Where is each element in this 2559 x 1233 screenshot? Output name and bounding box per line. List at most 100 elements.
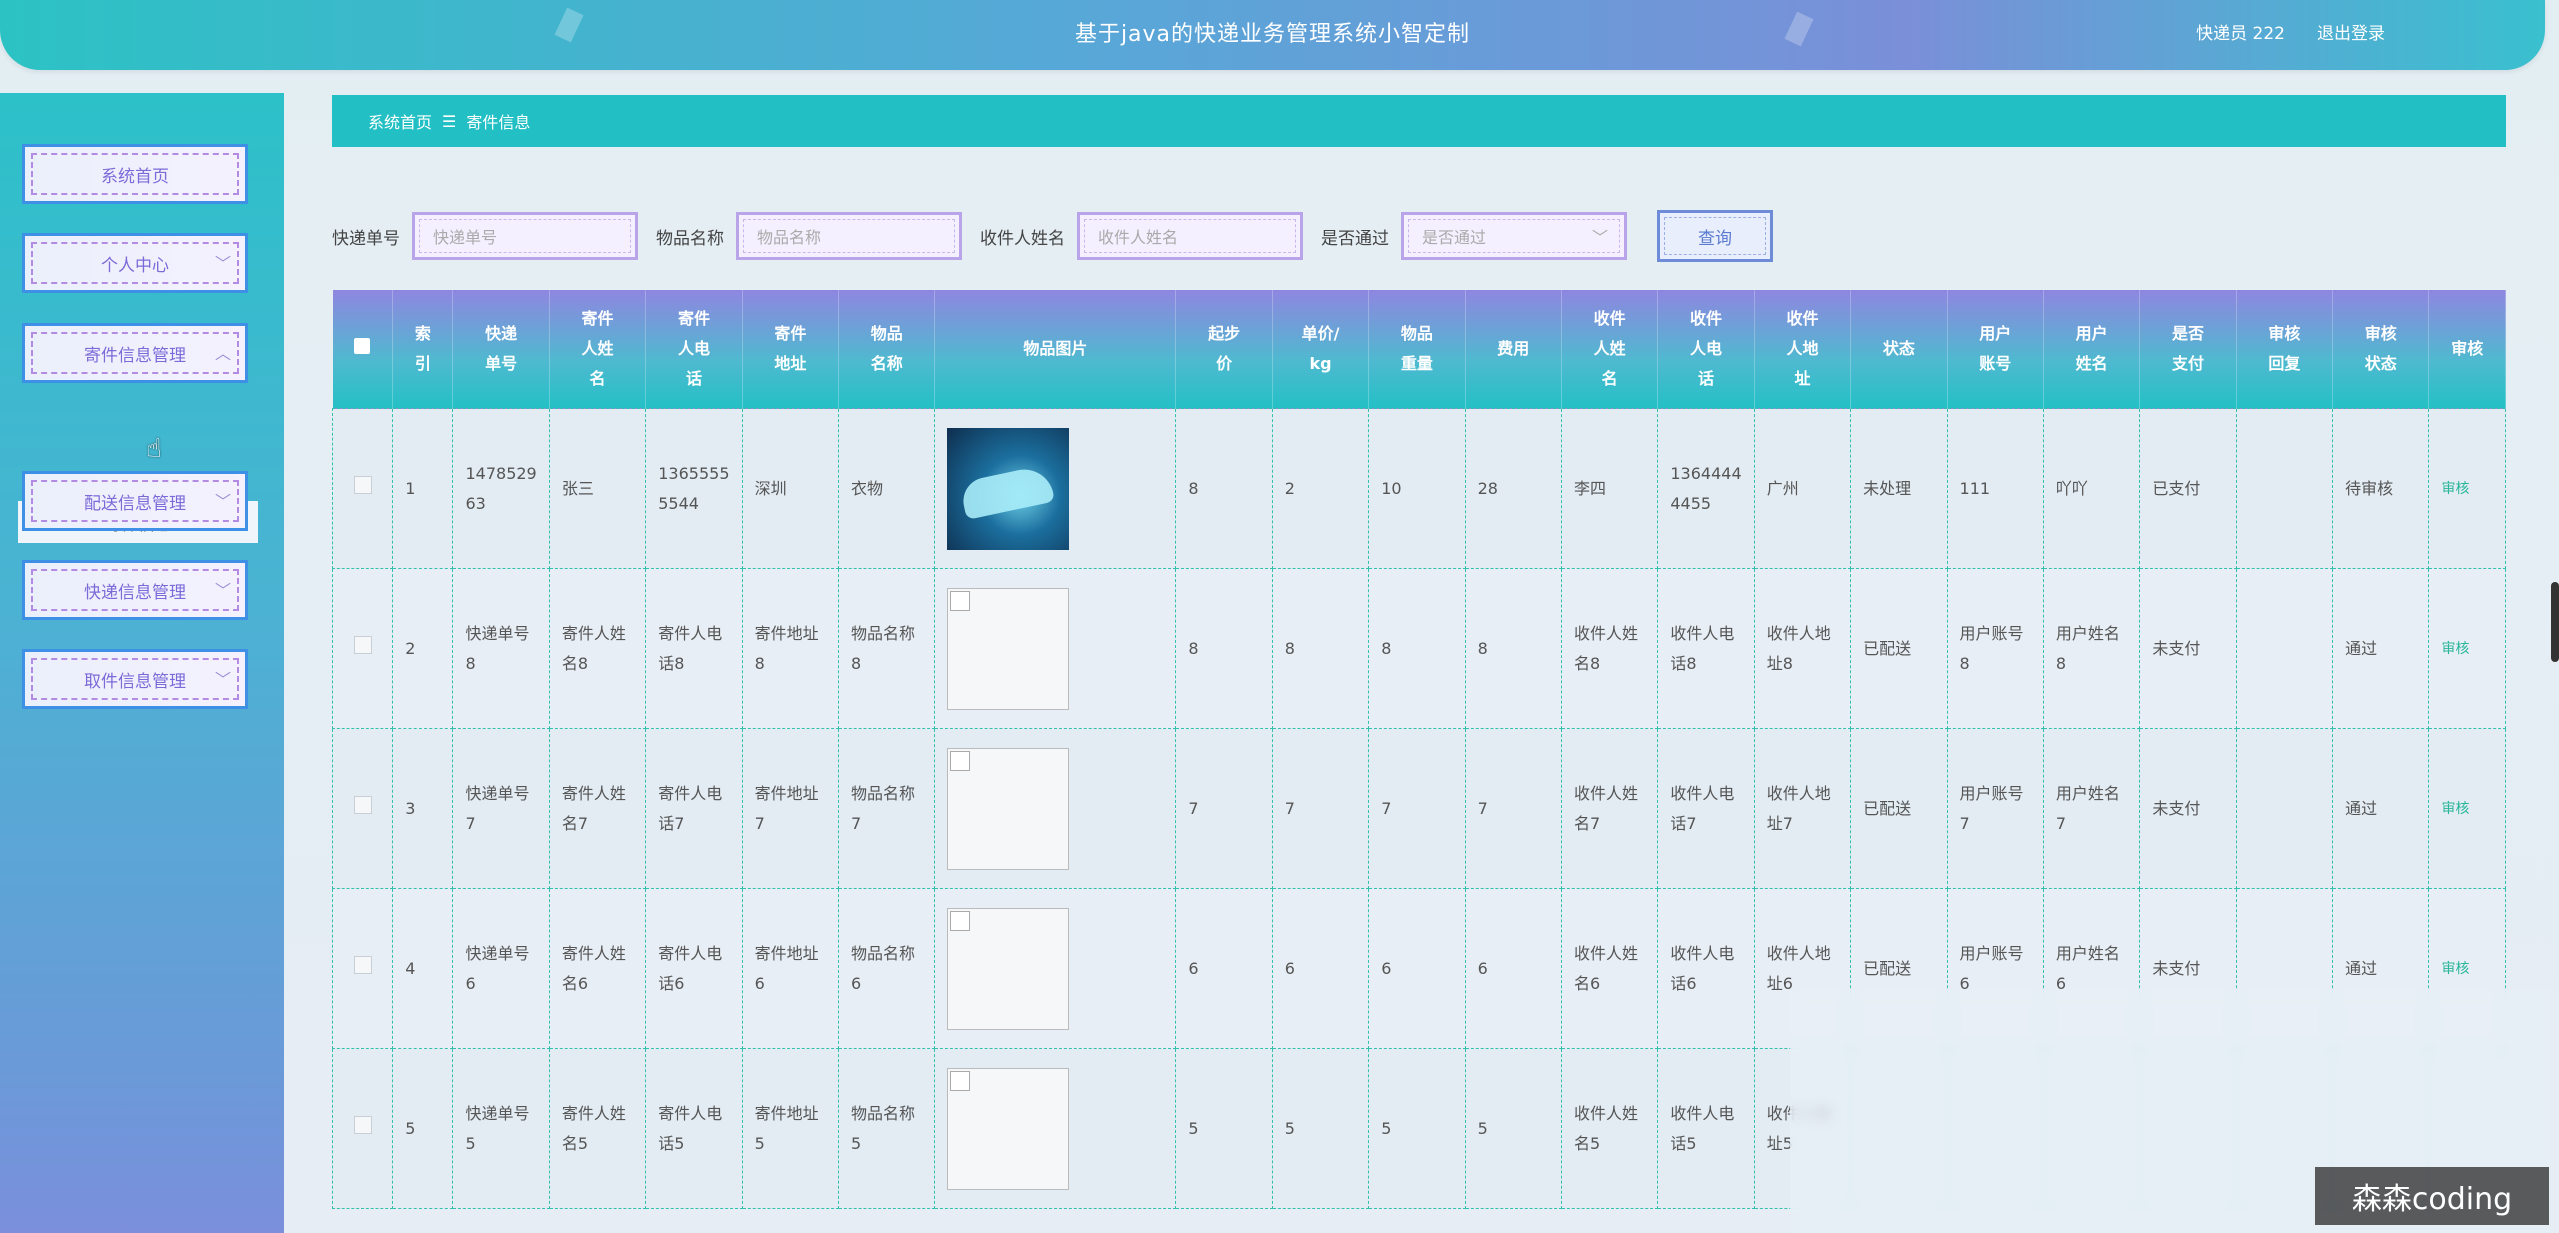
table-cell: 7 (1464, 728, 1562, 889)
table-cell: 未支付 (2139, 568, 2237, 729)
broken-image-icon (947, 747, 1070, 870)
table-cell: 1478529 63 (452, 408, 550, 569)
audit-link[interactable]: 审核 (2441, 961, 2469, 977)
table-cell: 收件人姓 名5 (1560, 1048, 1659, 1209)
table-cell: 物品名称 5 (838, 1048, 936, 1209)
column-header: 费用 (1465, 290, 1562, 409)
sidebar-item-home[interactable]: 系统首页 (22, 144, 248, 204)
column-header: 物品图片 (934, 290, 1177, 409)
table-cell (2235, 568, 2334, 729)
sidebar-item-label: 取件信息管理 (84, 671, 186, 692)
table-cell: 寄件人姓 名7 (548, 728, 647, 889)
row-checkbox[interactable] (353, 1115, 372, 1134)
table-cell: 8 (1175, 568, 1273, 729)
approved-select[interactable]: 是否通过 ﹀ (1401, 212, 1627, 260)
hand-cursor-icon: ☝ (146, 434, 162, 464)
label-item-name: 物品名称 (656, 228, 724, 249)
chevron-up-icon: ︿ (214, 344, 231, 363)
table-cell: 6 (1271, 888, 1370, 1049)
table-cell: 通过 (2332, 728, 2430, 889)
sidebar-item-delivery-management[interactable]: 配送信息管理 ﹀ (22, 471, 248, 531)
search-button[interactable]: 查询 (1657, 210, 1773, 262)
item-image (947, 427, 1070, 550)
chevron-down-icon: ﹀ (214, 492, 231, 511)
table-cell: 6 (1175, 888, 1273, 1049)
select-all-checkbox[interactable] (332, 290, 394, 409)
table-cell: 物品名称 7 (838, 728, 936, 889)
sidebar-item-label: 快递信息管理 (84, 582, 186, 603)
column-header: 物品 重量 (1368, 290, 1466, 409)
table-cell: 广州 (1753, 408, 1852, 569)
table-cell: 28 (1464, 408, 1562, 569)
table-cell: 7 (1368, 728, 1466, 889)
audit-link[interactable]: 审核 (2441, 801, 2469, 817)
table-cell (2235, 408, 2334, 569)
row-checkbox-cell (331, 1048, 394, 1209)
label-recipient-name: 收件人姓名 (980, 228, 1065, 249)
table-cell: 张三 (548, 408, 647, 569)
column-header: 寄件 人姓名 (549, 290, 647, 409)
table-cell: 3 (392, 728, 454, 889)
chevron-down-icon: ﹀ (214, 254, 231, 273)
row-checkbox[interactable] (353, 475, 372, 494)
item-name-input[interactable]: 物品名称 (736, 212, 962, 260)
current-user: 快递员 222 (2196, 24, 2285, 44)
breadcrumb-current: 寄件信息 (466, 113, 531, 132)
table-cell: 寄件地址 6 (741, 888, 840, 1049)
table-cell: 寄件人电 话5 (645, 1048, 743, 1209)
sidebar-item-personal[interactable]: 个人中心 ﹀ (22, 233, 248, 293)
tracking-no-input[interactable]: 快递单号 (412, 212, 638, 260)
label-tracking-no: 快递单号 (332, 228, 400, 249)
scrollbar[interactable] (2551, 582, 2559, 662)
table-cell: 寄件人姓 名8 (548, 568, 647, 729)
table-cell: 收件人姓 名7 (1560, 728, 1659, 889)
app-title: 基于java的快递业务管理系统小智定制 (1074, 22, 1471, 47)
audit-cell: 审核 (2428, 408, 2506, 569)
breadcrumb-home[interactable]: 系统首页 (368, 109, 432, 133)
sidebar-item-pickup-management[interactable]: 取件信息管理 ﹀ (22, 649, 248, 709)
search-bar: 快递单号 快递单号 物品名称 物品名称 收件人姓名 收件人姓名 是否通过 是否通… (332, 208, 1773, 264)
table-row: 2 快递单号 8 寄件人姓 名8 寄件人电 话8 寄件地址 8 物品名称 8 8 8 8 8 收件人姓 名8 收件… (331, 568, 2506, 729)
sidebar-item-express-management[interactable]: 快递信息管理 ﹀ (22, 560, 248, 620)
row-checkbox[interactable] (353, 955, 372, 974)
row-checkbox-cell (331, 568, 394, 729)
sidebar-item-send-management[interactable]: 寄件信息管理 ︿ (22, 323, 248, 383)
item-image-cell (934, 1048, 1177, 1209)
table-cell: 寄件人姓 名6 (548, 888, 647, 1049)
column-header: 收件 人姓名 (1561, 290, 1659, 409)
table-cell: 未支付 (2139, 728, 2237, 889)
table-cell: 寄件人姓 名5 (548, 1048, 647, 1209)
table-cell: 已配送 (1850, 728, 1948, 889)
table-cell: 用户姓名 7 (2042, 728, 2141, 889)
table-cell: 7 (1271, 728, 1370, 889)
column-header: 状态 (1850, 290, 1948, 409)
logout-link[interactable]: 退出登录 (2317, 19, 2385, 44)
table-cell: 5 (1464, 1048, 1562, 1209)
table-cell: 8 (1464, 568, 1562, 729)
table-cell: 收件人姓 名6 (1560, 888, 1659, 1049)
row-checkbox[interactable] (353, 635, 372, 654)
table-cell: 吖吖 (2042, 408, 2141, 569)
table-cell: 待审核 (2332, 408, 2430, 569)
table-cell: 收件人地 址7 (1753, 728, 1852, 889)
sidebar-item-label: 系统首页 (101, 166, 169, 187)
table-cell: 未处理 (1850, 408, 1948, 569)
table-cell: 10 (1368, 408, 1466, 569)
table-cell: 2 (1271, 408, 1370, 569)
audit-link[interactable]: 审核 (2441, 481, 2469, 497)
column-header: 用户 账号 (1947, 290, 2044, 409)
recipient-name-input[interactable]: 收件人姓名 (1077, 212, 1303, 260)
column-header: 审核 状态 (2332, 290, 2430, 409)
checkbox-icon[interactable] (354, 338, 371, 354)
audit-link[interactable]: 审核 (2441, 641, 2469, 657)
menu-icon: ☰ (442, 111, 457, 131)
table-cell: 寄件人电 话7 (645, 728, 743, 889)
table-cell: 寄件地址 8 (741, 568, 840, 729)
row-checkbox-cell (331, 728, 394, 889)
table-cell: 用户账号 8 (1946, 568, 2044, 729)
item-image-cell (934, 888, 1177, 1049)
table-cell: 收件人电 话8 (1657, 568, 1755, 729)
table-cell: 5 (1175, 1048, 1273, 1209)
row-checkbox[interactable] (353, 795, 372, 814)
sidebar-item-label: 配送信息管理 (84, 493, 186, 514)
